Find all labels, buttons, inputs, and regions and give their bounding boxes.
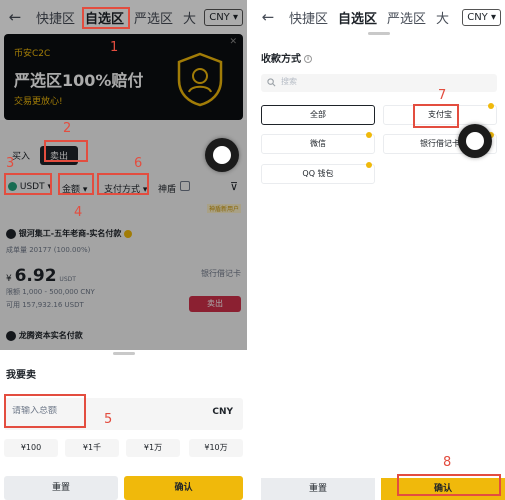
quick-10k[interactable]: ¥1万 xyxy=(126,439,180,457)
seller-1-limits: 限额 1,000 - 500,000 CNY xyxy=(6,288,95,296)
banner-headline: 严选区100%赔付 xyxy=(14,71,144,90)
annotation-number-8: 8 xyxy=(443,455,452,470)
annotation-number-3: 3 xyxy=(6,156,15,171)
promo-banner[interactable]: 币安C2C 严选区100%赔付 交易更放心! ✕ xyxy=(4,34,243,120)
sheet-grabber[interactable] xyxy=(112,352,135,355)
confirm-button[interactable]: 确认 xyxy=(381,478,505,500)
banner-brand: 币安C2C xyxy=(14,49,51,59)
back-arrow-icon[interactable]: ← xyxy=(257,8,279,26)
star-icon xyxy=(366,162,372,168)
banner-subtitle: 交易更放心! xyxy=(14,97,63,107)
sheet-grabber[interactable] xyxy=(368,32,390,35)
seller-1-stats: 成单量 20177 (100.00%) xyxy=(6,246,91,254)
top-nav: ← 快捷区 自选区 严选区 大 CNY ▾ xyxy=(0,0,247,34)
star-icon xyxy=(366,132,372,138)
annotation-number-7: 7 xyxy=(438,88,447,103)
payment-method-title: 收款方式 i xyxy=(261,50,312,65)
annotation-number-6: 6 xyxy=(134,156,143,171)
top-nav: ← 快捷区 自选区 严选区 大 CNY ▾ xyxy=(253,0,505,34)
amount-filter[interactable]: 金额 ▾ xyxy=(62,182,87,195)
option-wechat[interactable]: 微信 xyxy=(261,132,375,154)
payment-filter[interactable]: 支付方式 ▾ xyxy=(104,182,147,195)
option-all[interactable]: 全部 xyxy=(261,105,375,125)
price-value: 6.92 xyxy=(14,266,57,286)
annotation-number-5: 5 xyxy=(104,412,113,427)
usdt-icon xyxy=(8,182,17,191)
sell-amount-sheet: 我要卖 CNY ¥100 ¥1千 ¥1万 ¥10万 重置 确认 xyxy=(0,350,247,500)
seller-2-name[interactable]: 龙腾资本实名付款 xyxy=(6,330,83,341)
annotation-number-4: 4 xyxy=(74,205,83,220)
quick-1k[interactable]: ¥1千 xyxy=(65,439,119,457)
reset-button[interactable]: 重置 xyxy=(4,476,118,500)
reset-button[interactable]: 重置 xyxy=(261,478,375,500)
annotation-number-2: 2 xyxy=(63,121,72,136)
floating-assist-button[interactable] xyxy=(205,138,239,172)
currency-select[interactable]: CNY ▾ xyxy=(462,9,501,26)
tab-custom[interactable]: 自选区 xyxy=(85,8,124,27)
god-filter-label: 神盾 xyxy=(158,185,177,195)
payment-search-field[interactable] xyxy=(261,74,497,92)
filter-bar: USDT ▾ 金额 ▾ 支付方式 ▾ 神盾 ⊽ xyxy=(4,176,243,198)
option-qq-wallet[interactable]: QQ 钱包 xyxy=(261,162,375,184)
avatar xyxy=(6,228,16,239)
shield-icon xyxy=(177,52,223,107)
avatar xyxy=(6,330,16,341)
tab-large[interactable]: 大 xyxy=(436,8,449,27)
quick-100[interactable]: ¥100 xyxy=(4,439,58,457)
option-alipay[interactable]: 支付宝 xyxy=(383,103,497,125)
buy-tab[interactable]: 买入 xyxy=(12,149,30,162)
god-checkbox[interactable] xyxy=(180,181,190,191)
info-icon[interactable]: i xyxy=(304,55,312,63)
quick-100k[interactable]: ¥10万 xyxy=(189,439,243,457)
filter-icon[interactable]: ⊽ xyxy=(230,180,238,193)
seller-1-method: 银行借记卡 xyxy=(201,269,241,278)
amount-field[interactable]: CNY xyxy=(4,398,243,430)
coin-filter[interactable]: USDT ▾ xyxy=(8,182,52,192)
tab-select[interactable]: 严选区 xyxy=(387,8,426,27)
verified-icon xyxy=(124,229,133,238)
promo-tag: 神盾新用户 xyxy=(206,204,241,213)
annotation-number-1: 1 xyxy=(110,40,119,55)
amount-currency: CNY xyxy=(212,407,233,417)
tab-quick[interactable]: 快捷区 xyxy=(36,8,75,27)
sell-button[interactable]: 卖出 xyxy=(189,296,241,312)
tab-custom[interactable]: 自选区 xyxy=(338,8,377,27)
currency-select[interactable]: CNY ▾ xyxy=(204,9,243,26)
back-arrow-icon[interactable]: ← xyxy=(4,8,26,26)
star-icon xyxy=(488,103,494,109)
close-icon[interactable]: ✕ xyxy=(229,37,237,47)
left-screenshot: ← 快捷区 自选区 严选区 大 CNY ▾ 币安C2C 严选区100%赔付 交易… xyxy=(0,0,247,500)
tab-quick[interactable]: 快捷区 xyxy=(289,8,328,27)
price-row: ¥ 6.92 USDT xyxy=(6,266,76,286)
confirm-button[interactable]: 确认 xyxy=(124,476,243,500)
search-icon xyxy=(267,78,276,87)
tab-large[interactable]: 大 xyxy=(183,8,196,27)
seller-1-name[interactable]: 银河集工-五年老商-实名付款 xyxy=(6,228,244,239)
right-screenshot: ← 快捷区 自选区 严选区 大 CNY ▾ 收款方式i 全部 支付宝 微信 银行… xyxy=(253,0,505,500)
sheet-title: 我要卖 xyxy=(6,370,36,381)
seller-1-available: 可用 157,932.16 USDT xyxy=(6,301,84,309)
floating-assist-button[interactable] xyxy=(458,124,492,158)
tab-select[interactable]: 严选区 xyxy=(134,8,173,27)
amount-input[interactable] xyxy=(12,406,152,416)
payment-search-input[interactable] xyxy=(281,77,481,86)
sell-tab[interactable]: 卖出 xyxy=(40,146,79,165)
